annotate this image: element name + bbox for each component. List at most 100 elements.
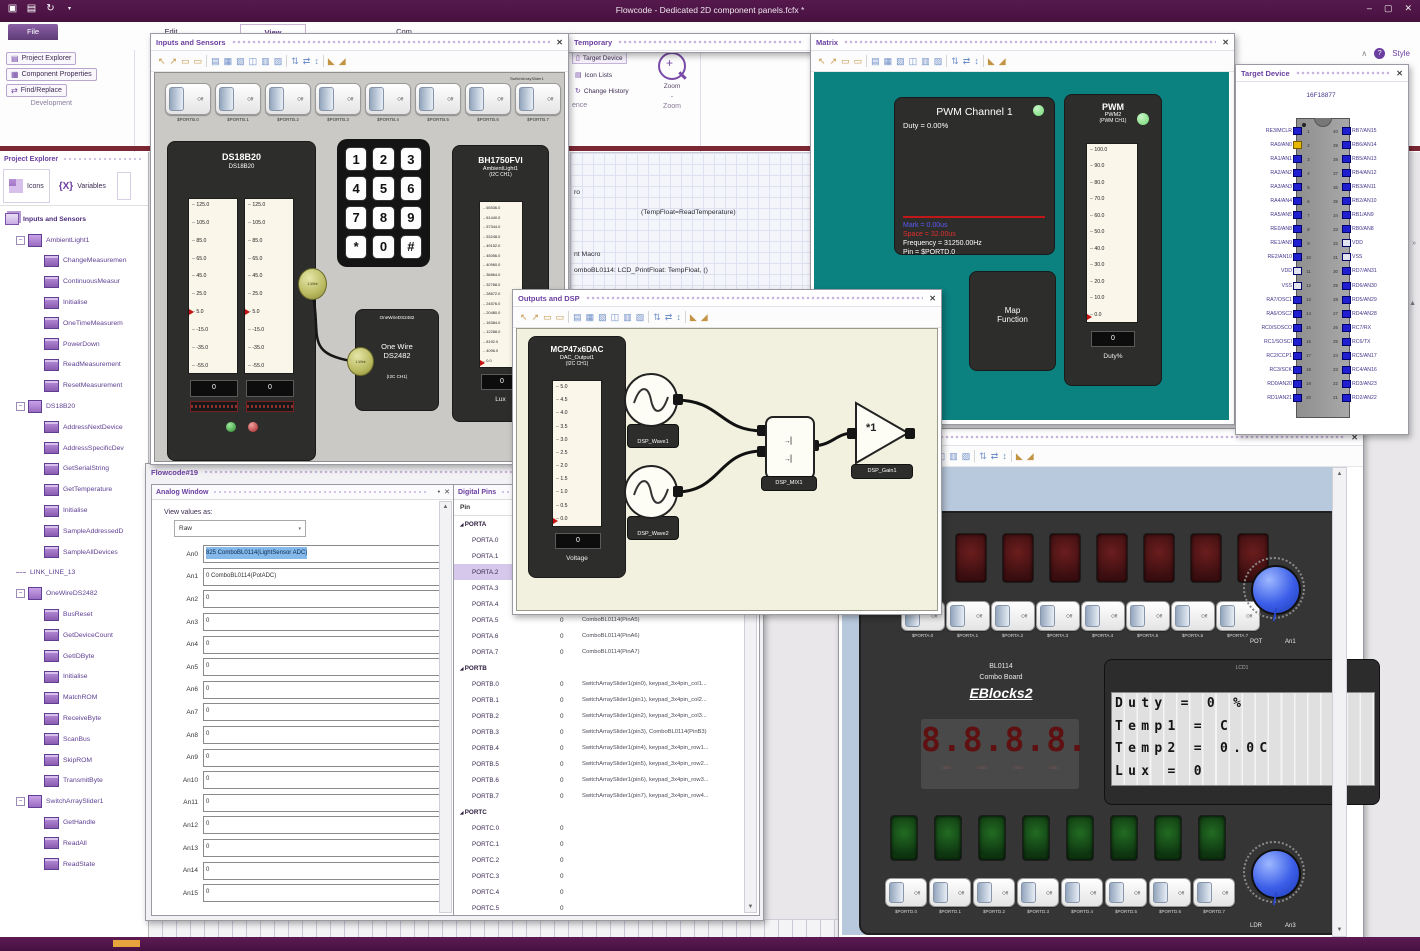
toolbar-icon[interactable]: ▧ xyxy=(236,56,245,66)
analog-value-input[interactable]: 0 xyxy=(203,658,440,677)
toggle-switch[interactable]: Off xyxy=(1170,601,1215,631)
digital-pin-row[interactable]: PORTB.7 0 SwitchArraySlider1(pin7), keyp… xyxy=(454,788,759,804)
toggle-switch[interactable]: Off xyxy=(885,878,927,907)
toolbar-icon[interactable]: ↗ xyxy=(830,56,838,66)
tree-item[interactable]: – ReceiveByte xyxy=(0,708,148,729)
target-device-toggle[interactable]: ▯ Target Device xyxy=(572,52,627,64)
chip-pin[interactable]: RB6/AN14 39 xyxy=(1330,138,1406,152)
window-titlebar[interactable]: Matrix ✕ xyxy=(811,34,1234,51)
analog-value-input[interactable]: 825 ComboBL0114(LightSensor ADC) xyxy=(203,545,440,564)
tree-item[interactable]: – BusReset xyxy=(0,604,148,625)
onewire-node-icon[interactable]: 1-Wire xyxy=(298,268,327,300)
minimize-button[interactable]: – xyxy=(1367,3,1372,14)
toggle-switch[interactable]: Off xyxy=(1061,878,1103,907)
tree-item[interactable]: – GetDeviceCount xyxy=(0,625,148,646)
analog-value-input[interactable]: 0 xyxy=(203,680,440,699)
chip-pin[interactable]: RC4/AN16 23 xyxy=(1330,363,1406,377)
toggle-switch[interactable]: Off xyxy=(1193,878,1235,907)
analog-value-input[interactable]: 0 xyxy=(203,726,440,745)
toolbar-icon[interactable]: ⇄ xyxy=(963,56,971,66)
toolbar-icon[interactable] xyxy=(982,55,984,67)
analog-value-input[interactable]: 0 ComboBL0114(PotADC) xyxy=(203,567,440,586)
toolbar-icon[interactable]: ◢ xyxy=(339,56,346,66)
toolbar-icon[interactable] xyxy=(946,55,948,67)
tree-item[interactable]: – ReadState xyxy=(0,854,148,875)
tree-expander-icon[interactable]: – xyxy=(16,402,25,412)
tree-item[interactable]: – ReadMeasurement xyxy=(0,355,148,376)
toolbar-icon[interactable]: ▭ xyxy=(194,56,203,66)
toolbar-icon[interactable]: ▭ xyxy=(841,56,850,66)
chip-pin[interactable]: RC5/AN17 24 xyxy=(1330,349,1406,363)
digital-pin-row[interactable]: PORTB.0 0 SwitchArraySlider1(pin0), keyp… xyxy=(454,676,759,692)
close-icon[interactable]: ✕ xyxy=(1222,38,1229,47)
pot-knob[interactable] xyxy=(1251,565,1301,615)
tree-item[interactable]: – SwitchArraySlider1 xyxy=(0,791,148,812)
chip-pin[interactable]: RD3/AN23 22 xyxy=(1330,377,1406,391)
zoom-icon[interactable] xyxy=(658,52,686,80)
toolbar-icon[interactable]: ▤ xyxy=(871,56,880,66)
tree-item[interactable]: – DS18B20 xyxy=(0,396,148,417)
toggle-switch[interactable]: Off xyxy=(1017,878,1059,907)
onewire-node-icon[interactable]: 1-Wire xyxy=(347,347,374,376)
toolbar-icon[interactable]: ◫ xyxy=(909,56,918,66)
tree-item[interactable]: – TransmitByte xyxy=(0,771,148,792)
toolbar-icon[interactable]: ▥ xyxy=(921,56,930,66)
macros-tab-clipped[interactable] xyxy=(116,172,131,200)
toolbar-icon[interactable]: ▭ xyxy=(543,312,552,322)
toolbar-icon[interactable] xyxy=(974,450,976,462)
toolbar-icon[interactable]: ▥ xyxy=(623,312,632,322)
scroll-up-icon[interactable]: ▲ xyxy=(1333,471,1346,477)
change-history-toggle[interactable]: ↻ Change History xyxy=(572,86,632,96)
toolbar-icon[interactable]: ▨ xyxy=(274,56,283,66)
toolbar-icon[interactable]: ◫ xyxy=(249,56,258,66)
digital-pin-row[interactable]: PORTC.0 0 xyxy=(454,820,759,836)
view-values-dropdown[interactable]: Raw ▾ xyxy=(174,520,306,537)
tab-file[interactable]: File xyxy=(8,24,58,40)
chip-pin[interactable]: RD0/AN20 19 xyxy=(1238,377,1314,391)
tree-item[interactable]: – ScanBus xyxy=(0,729,148,750)
chip-pin[interactable]: RB7/AN15 40 xyxy=(1330,124,1406,138)
chip-pin[interactable]: RB3/AN11 36 xyxy=(1330,180,1406,194)
chip-pin[interactable]: RE2/AN10 10 xyxy=(1238,250,1314,264)
collapse-ribbon-icon[interactable]: ∧ xyxy=(1361,49,1367,58)
digital-pin-row[interactable]: PORTC.1 0 xyxy=(454,836,759,852)
toolbar-icon[interactable]: ◣ xyxy=(328,56,335,66)
close-icon[interactable]: ✕ xyxy=(1396,69,1403,78)
toggle-switch[interactable]: Off xyxy=(1125,601,1170,631)
toolbar-icon[interactable]: ↖ xyxy=(158,56,166,66)
chip-pin[interactable]: RA3/AN3 5 xyxy=(1238,180,1314,194)
digital-pin-row[interactable]: PORTB.3 0 SwitchArraySlider1(pin3), Comb… xyxy=(454,724,759,740)
toolbar-icon[interactable]: ▦ xyxy=(224,56,233,66)
toolbar-icon[interactable]: ⇄ xyxy=(665,312,673,322)
tree-expander-icon[interactable]: – xyxy=(16,235,25,245)
chip-pin[interactable]: VSS 12 xyxy=(1238,279,1314,293)
analog-value-input[interactable]: 0 xyxy=(203,613,440,632)
tree-item[interactable]: – OneTimeMeasurem xyxy=(0,313,148,334)
toolbar-icon[interactable]: ▥ xyxy=(261,56,270,66)
zoom-button-label[interactable]: Zoom xyxy=(652,83,692,90)
tree-item[interactable]: – OneWireDS2482 xyxy=(0,583,148,604)
digital-pin-row[interactable]: PORTB.2 0 SwitchArraySlider1(pin2), keyp… xyxy=(454,708,759,724)
scroll-down-icon[interactable]: ▼ xyxy=(1333,927,1346,933)
analog-value-input[interactable]: 0 xyxy=(203,590,440,609)
tree-item[interactable]: – SampleAddressedD xyxy=(0,521,148,542)
chip-pin[interactable]: RA2/AN2 4 xyxy=(1238,166,1314,180)
chip-pin[interactable]: RA1/AN1 3 xyxy=(1238,152,1314,166)
chip-pin[interactable]: RD1/AN21 20 xyxy=(1238,391,1314,405)
toolbar-icon[interactable]: ▭ xyxy=(556,312,565,322)
toolbar-icon[interactable]: ↖ xyxy=(818,56,826,66)
analog-value-input[interactable]: 0 xyxy=(203,635,440,654)
toolbar-icon[interactable]: ↕ xyxy=(676,312,681,322)
toolbar-icon[interactable]: ▨ xyxy=(934,56,943,66)
tree-item[interactable]: – ReadAll xyxy=(0,833,148,854)
icon-lists-toggle[interactable]: ▤ Icon Lists xyxy=(572,70,615,80)
component-properties-button[interactable]: ▦ Component Properties xyxy=(6,68,97,81)
analog-value-input[interactable]: 0 xyxy=(203,884,440,903)
toolbar-icon[interactable]: ↕ xyxy=(974,56,979,66)
toolbar-icon[interactable]: ▥ xyxy=(949,451,958,461)
digital-pin-row[interactable]: PORTC.2 0 xyxy=(454,852,759,868)
digital-pin-row[interactable]: PORTC.5 0 xyxy=(454,900,759,916)
pwm-channel-block[interactable]: PWM Channel 1 Duty = 0.00% Mark = 0.00us… xyxy=(894,97,1055,256)
toolbar-icon[interactable]: ◣ xyxy=(690,312,697,322)
toolbar-icon[interactable]: ⇄ xyxy=(991,451,999,461)
